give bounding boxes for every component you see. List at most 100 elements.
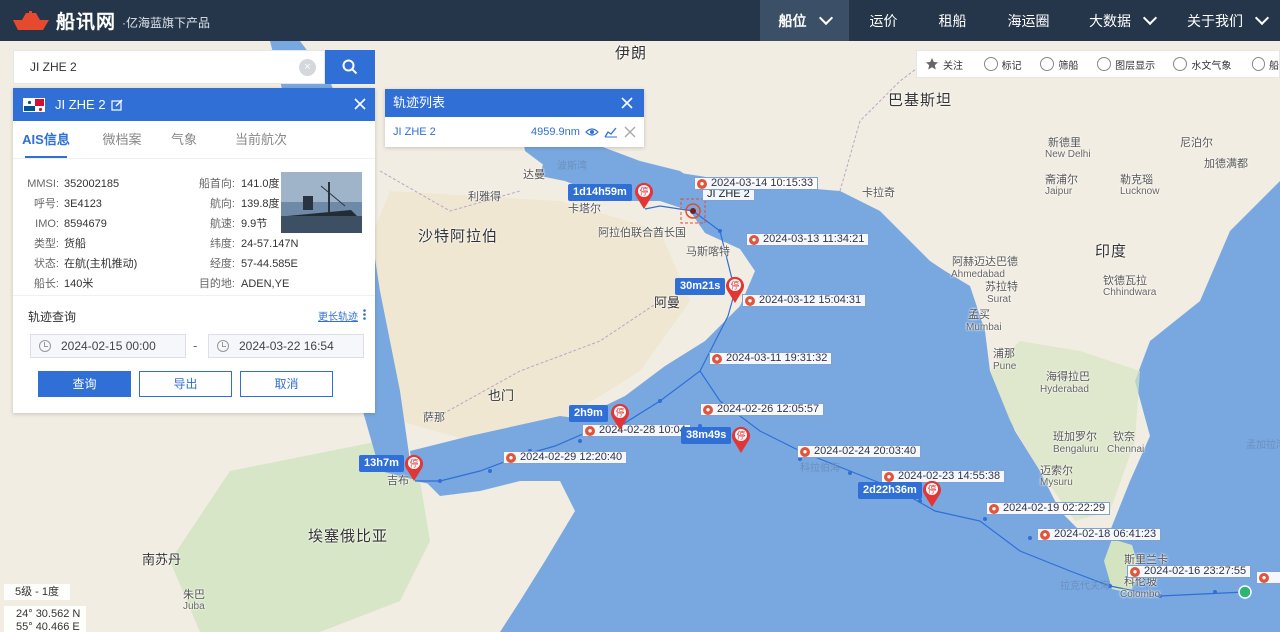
track-time-text: 2024-02-16 23:27:55 xyxy=(1144,565,1247,577)
nav-item-shipping-circle[interactable]: 海运圈 xyxy=(987,0,1070,41)
stop-duration-badge[interactable]: 30m21s xyxy=(675,278,726,295)
cancel-button[interactable]: 取消 xyxy=(240,371,333,397)
place-label: 孟买 xyxy=(968,309,990,321)
query-button[interactable]: 查询 xyxy=(38,371,131,397)
track-list-panel: 轨迹列表 JI ZHE 2 4959.9nm xyxy=(385,89,644,147)
tool-follow[interactable]: 关注 xyxy=(925,50,984,78)
track-time-label[interactable]: ● 2024-03-14 10:15:33 xyxy=(694,177,819,190)
tool-ship[interactable]: 船 xyxy=(1251,50,1279,78)
place-label: 班加罗尔 xyxy=(1053,431,1097,443)
remove-icon[interactable] xyxy=(624,126,636,138)
place-label: 新德里 xyxy=(1048,137,1081,149)
stop-marker-icon[interactable]: 停 xyxy=(921,479,943,509)
place-label: 萨那 xyxy=(423,412,445,424)
tool-label: 船 xyxy=(1269,60,1279,72)
track-time-label[interactable]: ● 2024-02-16 23:27:55 xyxy=(1127,565,1252,578)
track-start-marker[interactable] xyxy=(1238,585,1252,599)
track-time-label[interactable]: ● 2024-02-28 10:04 xyxy=(582,424,691,437)
stop-duration-badge[interactable]: 1d14h59m xyxy=(568,184,632,201)
brand-logo[interactable]: 船讯网 ·亿海蓝旗下产品 xyxy=(12,7,210,34)
ship-search-input[interactable]: JI ZHE 2 × xyxy=(13,50,325,84)
tab-current-voyage[interactable]: 当前航次 xyxy=(221,121,301,158)
search-button[interactable] xyxy=(325,50,375,84)
search-input-value[interactable]: JI ZHE 2 xyxy=(30,60,77,74)
track-time-label[interactable]: ● xyxy=(1256,571,1280,584)
stop-marker-icon[interactable]: 停 xyxy=(730,425,752,455)
track-time-label[interactable]: ● 2024-02-18 06:41:23 xyxy=(1037,528,1162,541)
layers-icon xyxy=(1097,57,1112,71)
track-time-label[interactable]: ● 2024-03-11 19:31:32 xyxy=(709,352,833,365)
tool-hydro-weather[interactable]: 水文气象 xyxy=(1173,50,1251,78)
panama-flag-icon xyxy=(23,97,45,112)
export-button[interactable]: 导出 xyxy=(139,371,232,397)
tool-mark[interactable]: 标记 xyxy=(983,50,1041,78)
track-time-label[interactable]: ● 2024-03-12 15:04:31 xyxy=(742,294,867,307)
place-label: 勒克瑙 xyxy=(1120,174,1153,186)
ship-logo-icon xyxy=(13,10,49,30)
track-point-icon: ● xyxy=(1259,573,1269,583)
main-nav: 船位 运价 租船 海运圈 大数据 关于我们 xyxy=(760,0,1280,41)
chart-icon[interactable] xyxy=(604,126,618,138)
place-label: 巴基斯坦 xyxy=(888,92,953,109)
stop-duration-badge[interactable]: 2h9m xyxy=(569,405,608,422)
track-point-icon: ● xyxy=(884,472,894,482)
track-time-label[interactable]: ● 2024-02-26 12:05:57 xyxy=(700,403,825,416)
track-time-text: 2024-03-11 19:31:32 xyxy=(726,352,828,364)
nav-item-freight[interactable]: 运价 xyxy=(849,0,918,41)
place-label: 拉克代夫海 xyxy=(1060,581,1110,592)
place-label: 孟加拉湾 xyxy=(1246,440,1280,451)
end-datetime-input[interactable]: 2024-03-22 16:54 xyxy=(208,334,364,358)
nav-item-chartering[interactable]: 租船 xyxy=(918,0,987,41)
track-time-label[interactable]: ● 2024-02-19 02:22:29 xyxy=(986,502,1111,515)
stop-marker-icon[interactable]: 停 xyxy=(724,275,746,305)
place-label: 埃塞俄比亚 xyxy=(308,528,389,545)
start-datetime-input[interactable]: 2024-02-15 00:00 xyxy=(30,334,186,358)
close-icon[interactable] xyxy=(620,96,634,110)
place-label: 钦奈 xyxy=(1113,431,1135,443)
track-time-text: 2024-02-23 14:55:38 xyxy=(898,470,1001,482)
track-list-header: 轨迹列表 xyxy=(385,89,644,117)
stop-duration-badge[interactable]: 2d22h36m xyxy=(858,482,922,499)
clock-icon xyxy=(217,340,229,352)
nav-item-big-data[interactable]: 大数据 xyxy=(1070,0,1174,41)
tab-weather[interactable]: 气象 xyxy=(151,121,217,158)
track-time-text: 2024-03-14 10:15:33 xyxy=(711,177,814,189)
tab-profile[interactable]: 微档案 xyxy=(89,121,155,158)
nav-item-ship-position[interactable]: 船位 xyxy=(760,0,849,41)
place-label: Jaipur xyxy=(1045,186,1073,197)
tab-ais-info[interactable]: AIS信息 xyxy=(13,121,79,158)
place-label: Pune xyxy=(993,361,1017,372)
ais-value: 8594679 xyxy=(64,218,107,230)
track-time-label[interactable]: ● 2024-03-13 11:34:21 xyxy=(746,233,870,246)
track-list-row[interactable]: JI ZHE 2 4959.9nm xyxy=(385,117,644,147)
coord-lon: 55° 40.466 E xyxy=(16,621,80,632)
ship-photo[interactable] xyxy=(281,172,362,233)
stop-duration-badge[interactable]: 13h7m xyxy=(359,455,404,472)
track-time-label[interactable]: ● 2024-02-29 12:20:40 xyxy=(503,451,628,464)
place-label: 海得拉巴 xyxy=(1046,371,1090,383)
nav-label: 船位 xyxy=(778,12,807,29)
ais-key: 呼号: xyxy=(33,198,59,210)
stop-duration-badge[interactable]: 38m49s xyxy=(681,427,732,444)
clear-icon[interactable]: × xyxy=(299,59,316,76)
track-time-text: 2024-03-13 11:34:21 xyxy=(763,233,865,245)
track-ship-name[interactable]: JI ZHE 2 xyxy=(393,117,436,147)
tool-filter-ships[interactable]: 筛船 xyxy=(1040,50,1097,78)
eye-icon[interactable] xyxy=(585,127,599,137)
svg-text:停: 停 xyxy=(639,186,648,198)
tool-layers[interactable]: 图层显示 xyxy=(1097,50,1173,78)
track-time-label[interactable]: ● 2024-02-24 20:03:40 xyxy=(797,445,922,458)
more-options-icon[interactable] xyxy=(363,309,366,320)
stop-marker-icon[interactable]: 停 xyxy=(403,453,425,483)
ais-value: ADEN,YE xyxy=(241,278,290,290)
place-label: 浦那 xyxy=(993,348,1015,360)
edit-icon[interactable] xyxy=(110,99,123,111)
longer-track-link[interactable]: 更长轨迹 xyxy=(318,308,358,323)
nav-item-about-us[interactable]: 关于我们 xyxy=(1174,0,1280,41)
ship-name-title: JI ZHE 2 xyxy=(55,97,106,112)
ais-value: 140米 xyxy=(64,278,94,290)
stop-marker-icon[interactable]: 停 xyxy=(609,402,631,432)
stop-marker-icon[interactable]: 停 xyxy=(633,181,655,211)
place-label: Juba xyxy=(183,601,205,612)
close-icon[interactable] xyxy=(353,97,367,111)
